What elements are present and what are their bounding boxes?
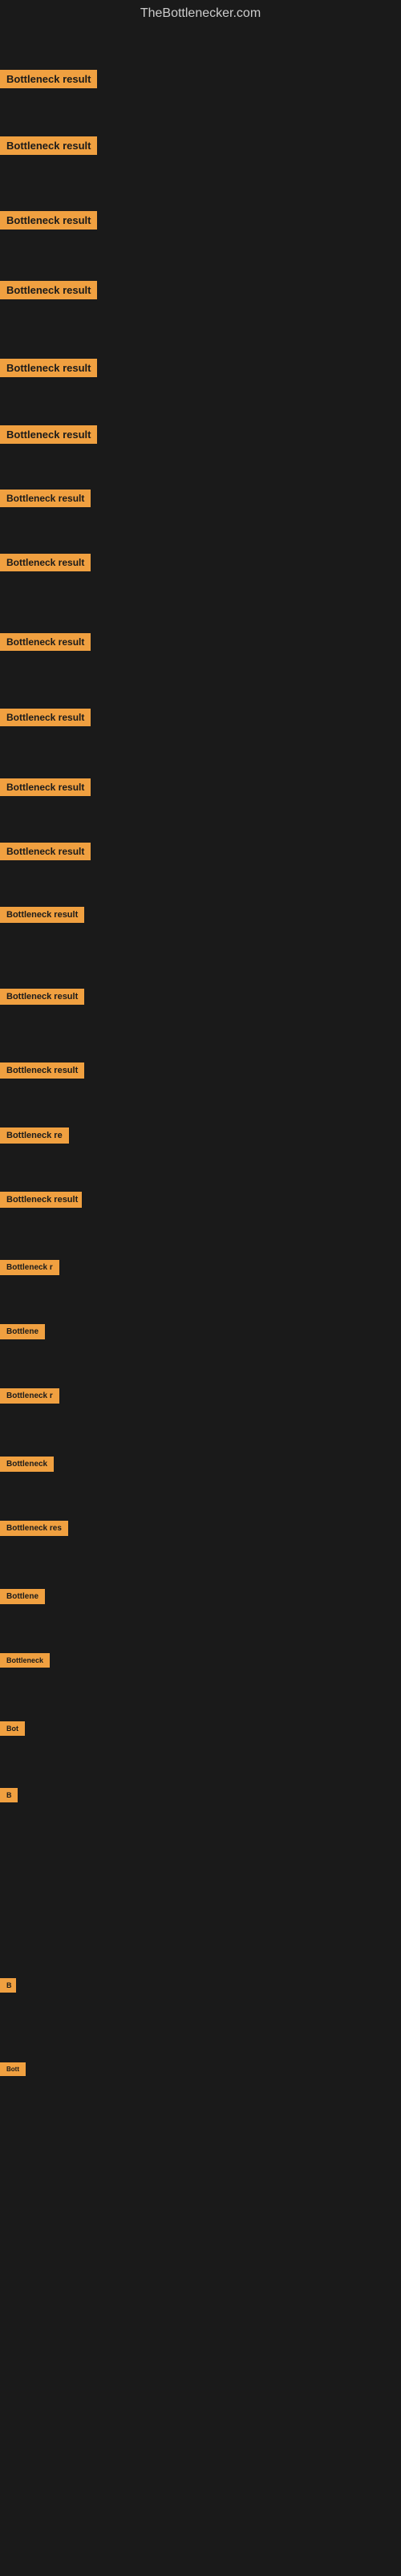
bottleneck-badge: Bottlene: [0, 1589, 45, 1604]
bottleneck-badge: Bottleneck result: [0, 989, 84, 1005]
bottleneck-badge: Bottleneck res: [0, 1521, 68, 1536]
bottleneck-badge: Bottleneck result: [0, 554, 91, 571]
bottleneck-result-item[interactable]: Bottlene: [0, 1324, 45, 1343]
site-title: TheBottlenecker.com: [0, 0, 401, 24]
bottleneck-result-item[interactable]: Bott: [0, 2062, 26, 2080]
bottleneck-badge: Bottleneck result: [0, 359, 97, 377]
bottleneck-badge: Bottleneck: [0, 1653, 50, 1668]
bottleneck-result-item[interactable]: Bottleneck result: [0, 359, 97, 381]
bottleneck-badge: Bottleneck result: [0, 490, 91, 507]
bottleneck-result-item[interactable]: Bottleneck result: [0, 425, 97, 448]
bottleneck-badge: Bottleneck result: [0, 1192, 82, 1208]
bottleneck-result-item[interactable]: Bottleneck: [0, 1457, 54, 1476]
bottleneck-result-item[interactable]: Bottleneck result: [0, 1062, 84, 1083]
bottleneck-result-item[interactable]: Bot: [0, 1721, 25, 1740]
bottleneck-badge: Bott: [0, 2062, 26, 2076]
bottleneck-result-item[interactable]: Bottleneck result: [0, 211, 97, 234]
bottleneck-result-item[interactable]: Bottleneck result: [0, 70, 97, 92]
bottleneck-result-item[interactable]: Bottleneck result: [0, 778, 91, 800]
bottleneck-badge: Bottleneck result: [0, 281, 97, 299]
bottleneck-result-item[interactable]: Bottleneck result: [0, 907, 84, 927]
bottleneck-result-item[interactable]: Bottleneck result: [0, 633, 91, 655]
bottleneck-result-item[interactable]: Bottleneck result: [0, 709, 91, 730]
bottleneck-result-item[interactable]: Bottleneck result: [0, 136, 97, 159]
bottleneck-result-item[interactable]: Bottleneck r: [0, 1388, 59, 1408]
bottleneck-result-item[interactable]: Bottleneck result: [0, 1192, 82, 1212]
bottleneck-result-item[interactable]: Bottlene: [0, 1589, 45, 1608]
bottleneck-badge: Bottleneck result: [0, 1062, 84, 1079]
bottleneck-badge: Bottleneck r: [0, 1260, 59, 1275]
bottleneck-result-item[interactable]: B: [0, 1978, 16, 1997]
bottleneck-badge: Bottleneck result: [0, 211, 97, 230]
bottleneck-badge: Bottleneck result: [0, 907, 84, 923]
bottleneck-badge: Bot: [0, 1721, 25, 1736]
bottleneck-badge: B: [0, 1978, 16, 1993]
bottleneck-result-item[interactable]: Bottleneck result: [0, 554, 91, 575]
bottleneck-result-item[interactable]: Bottleneck result: [0, 281, 97, 303]
bottleneck-result-item[interactable]: B: [0, 1788, 18, 1806]
bottleneck-result-item[interactable]: Bottleneck res: [0, 1521, 68, 1540]
bottleneck-result-item[interactable]: Bottleneck: [0, 1653, 50, 1672]
bottleneck-badge: Bottleneck result: [0, 633, 91, 651]
bottleneck-badge: Bottleneck result: [0, 709, 91, 726]
bottleneck-badge: Bottleneck result: [0, 425, 97, 444]
bottleneck-result-item[interactable]: Bottleneck result: [0, 490, 91, 511]
bottleneck-result-item[interactable]: Bottleneck r: [0, 1260, 59, 1279]
bottleneck-badge: Bottleneck result: [0, 70, 97, 88]
bottleneck-badge: Bottleneck: [0, 1457, 54, 1472]
bottleneck-result-item[interactable]: Bottleneck re: [0, 1128, 69, 1148]
bottleneck-badge: Bottlene: [0, 1324, 45, 1339]
bottleneck-badge: Bottleneck r: [0, 1388, 59, 1404]
bottleneck-badge: Bottleneck re: [0, 1128, 69, 1144]
bottleneck-badge: Bottleneck result: [0, 136, 97, 155]
bottleneck-result-item[interactable]: Bottleneck result: [0, 843, 91, 864]
bottleneck-result-item[interactable]: Bottleneck result: [0, 989, 84, 1009]
bottleneck-badge: B: [0, 1788, 18, 1802]
bottleneck-badge: Bottleneck result: [0, 778, 91, 796]
bottleneck-badge: Bottleneck result: [0, 843, 91, 860]
